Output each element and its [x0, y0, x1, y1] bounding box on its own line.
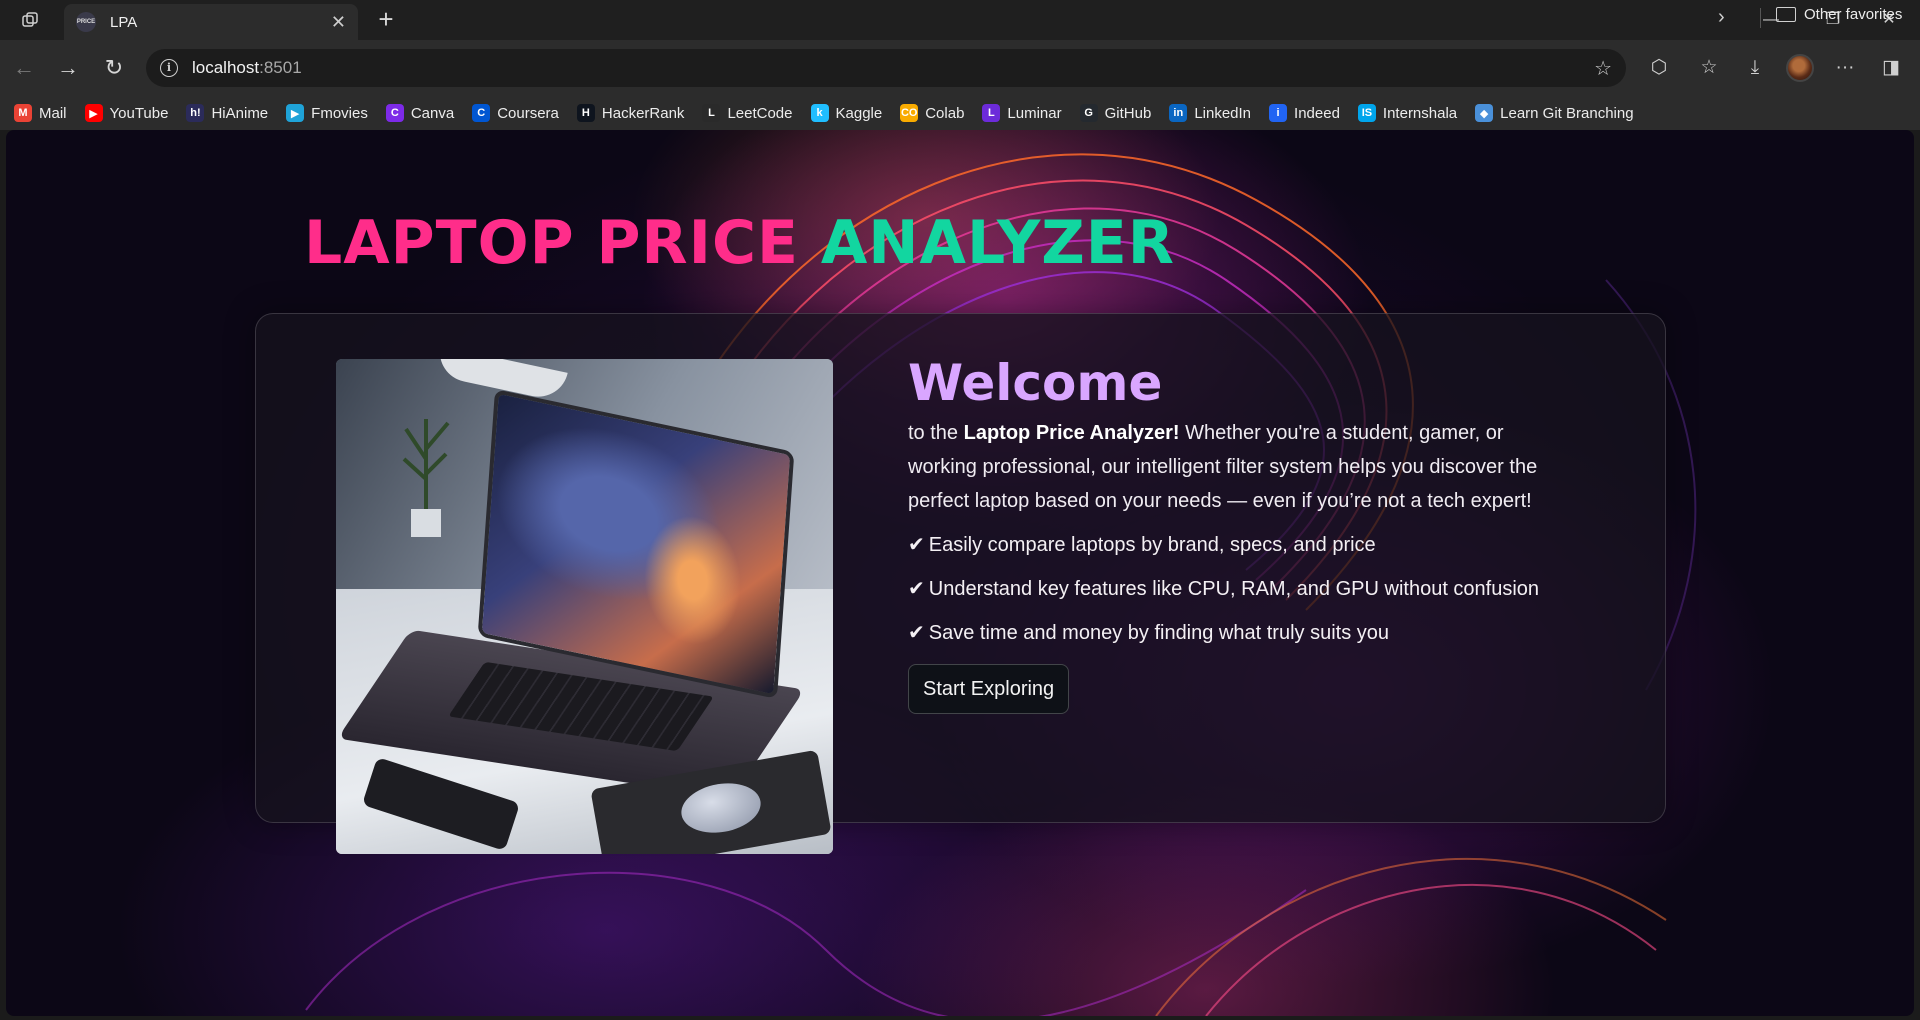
favorite-hianime[interactable]: h! HiAnime — [186, 104, 268, 122]
page-viewport: LAPTOP PRICE ANALYZER Welcome to the Lap… — [6, 130, 1914, 1016]
favorite-youtube[interactable]: ▶ YouTube — [84, 104, 169, 122]
favorite-github[interactable]: G GitHub — [1079, 104, 1152, 122]
linkedin-icon: in — [1169, 104, 1188, 122]
favorites-icon[interactable]: ☆ — [1694, 54, 1724, 82]
favorite-label: YouTube — [109, 104, 169, 122]
kaggle-icon: k — [810, 104, 829, 122]
reload-icon[interactable]: ↻ — [100, 54, 128, 82]
favorite-label: GitHub — [1104, 104, 1152, 122]
favorite-label: Learn Git Branching — [1500, 104, 1634, 122]
plant-illustration — [402, 419, 450, 537]
favorite-indeed[interactable]: i Indeed — [1269, 104, 1340, 122]
gmail-icon: M — [14, 104, 32, 122]
check-icon: ✔ — [908, 622, 925, 644]
favorite-leetcode[interactable]: L LeetCode — [702, 104, 793, 122]
tab-close-icon[interactable]: ✕ — [331, 12, 346, 33]
hackerrank-icon: H — [576, 104, 595, 122]
indeed-icon: i — [1269, 104, 1288, 122]
feature-bullet: ✔ Easily compare laptops by brand, specs,… — [908, 534, 1376, 556]
welcome-card: Welcome to the Laptop Price Analyzer! Wh… — [255, 313, 1666, 854]
coursera-icon: C — [472, 104, 491, 122]
site-info-icon[interactable]: i — [160, 59, 178, 77]
favorite-internshala[interactable]: IS Internshala — [1357, 104, 1458, 122]
favorite-mail[interactable]: M Mail — [14, 104, 67, 122]
intro-app-name: Laptop Price Analyzer! — [963, 422, 1180, 444]
favorite-label: Coursera — [497, 104, 559, 122]
leetcode-icon: L — [702, 104, 721, 122]
favorites-bar: M Mail ▶ YouTube h! HiAnime ▶ Fmovies C Canva C Cou… — [0, 96, 1920, 130]
other-favorites-label: Other favorites — [1804, 6, 1903, 23]
colab-icon: CO — [900, 104, 919, 122]
favorite-label: Canva — [410, 104, 455, 122]
downloads-icon[interactable]: ⤓ — [1740, 54, 1770, 82]
favorite-luminar[interactable]: L Luminar — [982, 104, 1062, 122]
forward-icon[interactable]: → — [54, 54, 82, 82]
extensions-icon[interactable]: ⬡ — [1644, 54, 1674, 82]
intro-paragraph: to the Laptop Price Analyzer! Whether yo… — [908, 422, 1538, 512]
favorite-label: Kaggle — [835, 104, 883, 122]
github-icon: G — [1079, 104, 1098, 122]
favorite-coursera[interactable]: C Coursera — [472, 104, 559, 122]
browser-title-bar: PRICE LPA ✕ + — ❐ ✕ — [0, 0, 1920, 40]
fmovies-icon: ▶ — [286, 104, 305, 122]
youtube-icon: ▶ — [84, 104, 103, 122]
feature-bullet: ✔ Save time and money by finding what tru… — [908, 622, 1389, 644]
title-part-green: ANALYZER — [820, 208, 1175, 278]
workspaces-icon[interactable] — [14, 8, 46, 34]
favorite-label: Internshala — [1382, 104, 1458, 122]
address-bar[interactable]: i localhost:8501 ☆ — [146, 49, 1626, 87]
app-title: LAPTOP PRICE ANALYZER — [304, 208, 1175, 278]
favorite-kaggle[interactable]: k Kaggle — [810, 104, 883, 122]
favorites-overflow-chevron-icon[interactable]: › — [1718, 6, 1725, 29]
favorite-hackerrank[interactable]: H HackerRank — [576, 104, 685, 122]
profile-avatar[interactable] — [1786, 54, 1814, 82]
hianime-icon: h! — [186, 104, 205, 122]
start-exploring-button[interactable]: Start Exploring — [908, 664, 1070, 714]
favorite-canva[interactable]: C Canva — [385, 104, 455, 122]
favorite-label: HackerRank — [601, 104, 685, 122]
favorite-star-icon[interactable]: ☆ — [1594, 56, 1612, 81]
title-part-pink: LAPTOP PRICE — [304, 208, 799, 278]
back-icon[interactable]: ← — [10, 54, 38, 82]
favorite-label: Mail — [39, 104, 67, 122]
favorite-label: Luminar — [1007, 104, 1062, 122]
welcome-heading: Welcome — [908, 354, 1163, 412]
tab-title: LPA — [110, 13, 138, 31]
favorite-label: LinkedIn — [1194, 104, 1252, 122]
favorites-divider — [1760, 8, 1761, 28]
canva-icon: C — [385, 104, 404, 122]
favorite-label: Colab — [925, 104, 965, 122]
favorite-fmovies[interactable]: ▶ Fmovies — [286, 104, 368, 122]
favorite-label: HiAnime — [211, 104, 269, 122]
tab-favicon-icon: PRICE — [76, 12, 96, 32]
new-tab-icon[interactable]: + — [372, 6, 400, 34]
browser-toolbar: ← → ↻ i localhost:8501 ☆ ⬡ ☆ ⤓ ··· ◨ — [0, 40, 1920, 96]
favorite-label: Fmovies — [311, 104, 368, 122]
favorite-label: LeetCode — [727, 104, 793, 122]
more-menu-icon[interactable]: ··· — [1830, 54, 1860, 82]
favorite-linkedin[interactable]: in LinkedIn — [1169, 104, 1251, 122]
laptop-hero-image — [336, 359, 833, 854]
sidebar-toggle-icon[interactable]: ◨ — [1876, 54, 1906, 82]
check-icon: ✔ — [908, 534, 925, 556]
folder-icon — [1776, 7, 1796, 22]
url-text[interactable]: localhost:8501 — [192, 58, 1594, 78]
browser-tab-active[interactable]: PRICE LPA ✕ — [64, 4, 358, 40]
luminar-icon: L — [982, 104, 1001, 122]
learn-git-icon: ◆ — [1475, 104, 1494, 122]
favorite-colab[interactable]: CO Colab — [900, 104, 964, 122]
internshala-icon: IS — [1357, 104, 1376, 122]
check-icon: ✔ — [908, 578, 925, 600]
favorite-label: Indeed — [1294, 104, 1340, 122]
feature-bullet: ✔ Understand key features like CPU, RAM, … — [908, 578, 1540, 600]
other-favorites-folder[interactable]: Other favorites — [1776, 6, 1902, 23]
favorite-learn-git-branching[interactable]: ◆ Learn Git Branching — [1475, 104, 1634, 122]
welcome-content: Welcome to the Laptop Price Analyzer! Wh… — [908, 354, 1548, 714]
